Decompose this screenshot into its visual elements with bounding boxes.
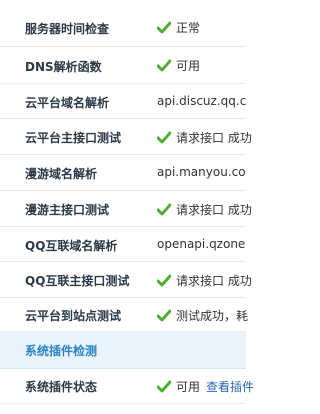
check-icon [157, 309, 171, 321]
row-value: api.manyou.co [157, 165, 246, 179]
row-value: 正常 [157, 19, 200, 36]
row-value: 测试成功，耗 [157, 307, 248, 324]
check-row-qq-api: QQ互联主接口测试 请求接口 成功 [0, 262, 252, 298]
row-label: DNS解析函数 [25, 60, 102, 74]
check-icon [157, 274, 171, 286]
check-row-server-time: 服务器时间检查 正常 [0, 0, 246, 47]
row-label: 云平台域名解析 [25, 96, 110, 110]
plugin-check-section-header: 系统插件检测 [0, 332, 246, 369]
row-value-text: 请求接口 成功 [176, 274, 252, 288]
row-value: 请求接口 成功 [157, 272, 252, 289]
row-value-text: 请求接口 成功 [176, 203, 252, 217]
row-label: QQ互联域名解析 [25, 239, 118, 253]
check-row-qq-domain: QQ互联域名解析 openapi.qzone [0, 227, 246, 262]
check-row-plugin-status: 系统插件状态 可用 查看插件 [0, 369, 254, 404]
check-icon [157, 131, 171, 143]
row-value-text: 可用 [176, 59, 201, 73]
row-value-text: 请求接口 成功 [176, 131, 252, 145]
check-icon [157, 21, 171, 33]
check-row-cloud-api: 云平台主接口测试 请求接口 成功 [0, 119, 252, 155]
check-icon [157, 203, 171, 215]
row-value-text: 正常 [176, 21, 201, 35]
row-value-text: 可用 [176, 380, 201, 394]
check-icon [157, 380, 171, 392]
row-value: 请求接口 成功 [157, 129, 252, 146]
row-value-text: 测试成功，耗 [176, 309, 249, 323]
row-value: openapi.qzone [157, 237, 246, 251]
check-icon [157, 59, 171, 71]
row-label: 系统插件状态 [25, 380, 98, 394]
row-label: 云平台到站点测试 [25, 309, 122, 323]
check-row-cloud-to-site: 云平台到站点测试 测试成功，耗 [0, 298, 248, 332]
view-plugins-link[interactable]: 查看插件 [206, 378, 254, 395]
row-label: 漫游主接口测试 [25, 203, 110, 217]
check-row-dns-func: DNS解析函数 可用 [0, 47, 246, 84]
row-value: 可用 [157, 57, 200, 74]
row-value: api.discuz.qq.c [157, 94, 247, 108]
row-label: 云平台主接口测试 [25, 131, 122, 145]
section-title: 系统插件检测 [25, 344, 98, 358]
check-row-roam-api: 漫游主接口测试 请求接口 成功 [0, 191, 252, 227]
row-value: 请求接口 成功 [157, 201, 252, 218]
row-value: 可用 查看插件 [157, 378, 254, 395]
check-row-roam-domain: 漫游域名解析 api.manyou.co [0, 155, 246, 191]
row-label: QQ互联主接口测试 [25, 274, 130, 288]
row-label: 漫游域名解析 [25, 167, 98, 181]
row-label: 服务器时间检查 [25, 22, 110, 36]
check-row-cloud-domain: 云平台域名解析 api.discuz.qq.c [0, 84, 246, 119]
